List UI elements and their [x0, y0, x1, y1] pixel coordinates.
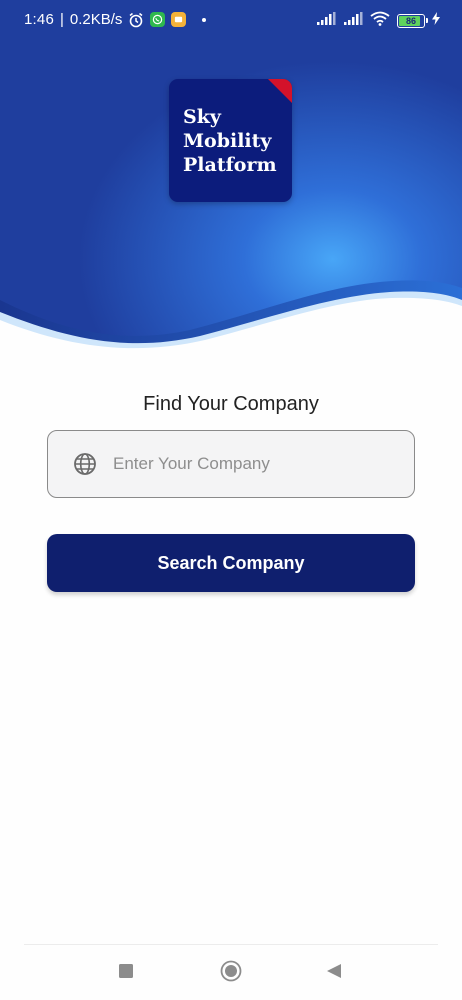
signal-icon [316, 11, 336, 30]
globe-icon [73, 452, 97, 476]
find-company-title: Find Your Company [143, 393, 319, 415]
status-right: 86 [316, 11, 440, 30]
back-button[interactable] [321, 960, 347, 986]
back-triangle-icon [326, 963, 342, 984]
wifi-icon [370, 11, 390, 30]
search-company-button[interactable]: Search Company [47, 534, 415, 592]
charging-icon [432, 12, 440, 29]
signal-2-icon [343, 11, 363, 30]
network-speed: 0.2KB/s [69, 11, 123, 28]
status-bar: 1:46 | 0.2KB/s 86 [0, 0, 462, 40]
nav-divider [24, 944, 438, 945]
recents-button[interactable] [113, 960, 139, 986]
company-search-field[interactable] [47, 430, 415, 498]
status-left: 1:46 | 0.2KB/s [24, 11, 207, 28]
message-icon [171, 12, 187, 27]
status-separator: | [60, 11, 64, 28]
app-screen: 1:46 | 0.2KB/s 86 Sky Mobility Platform … [0, 0, 462, 1000]
logo-text: Sky Mobility Platform [183, 105, 277, 177]
logo-line-2: Mobility [183, 130, 272, 152]
alarm-icon [128, 12, 144, 28]
logo-corner-accent [268, 79, 292, 103]
battery-icon: 86 [397, 13, 428, 28]
battery-level: 86 [405, 15, 416, 26]
system-nav-bar [0, 946, 462, 1000]
company-input[interactable] [111, 453, 414, 475]
home-button[interactable] [218, 960, 244, 986]
home-circle-icon [220, 960, 242, 987]
battery-cap [426, 17, 428, 23]
whatsapp-icon [150, 12, 166, 27]
recents-square-icon [119, 963, 133, 983]
app-logo: Sky Mobility Platform [169, 79, 292, 202]
more-notifications-dot-icon [202, 17, 207, 22]
logo-line-3: Platform [183, 154, 277, 176]
logo-line-1: Sky [183, 106, 221, 128]
status-time: 1:46 [24, 11, 54, 28]
